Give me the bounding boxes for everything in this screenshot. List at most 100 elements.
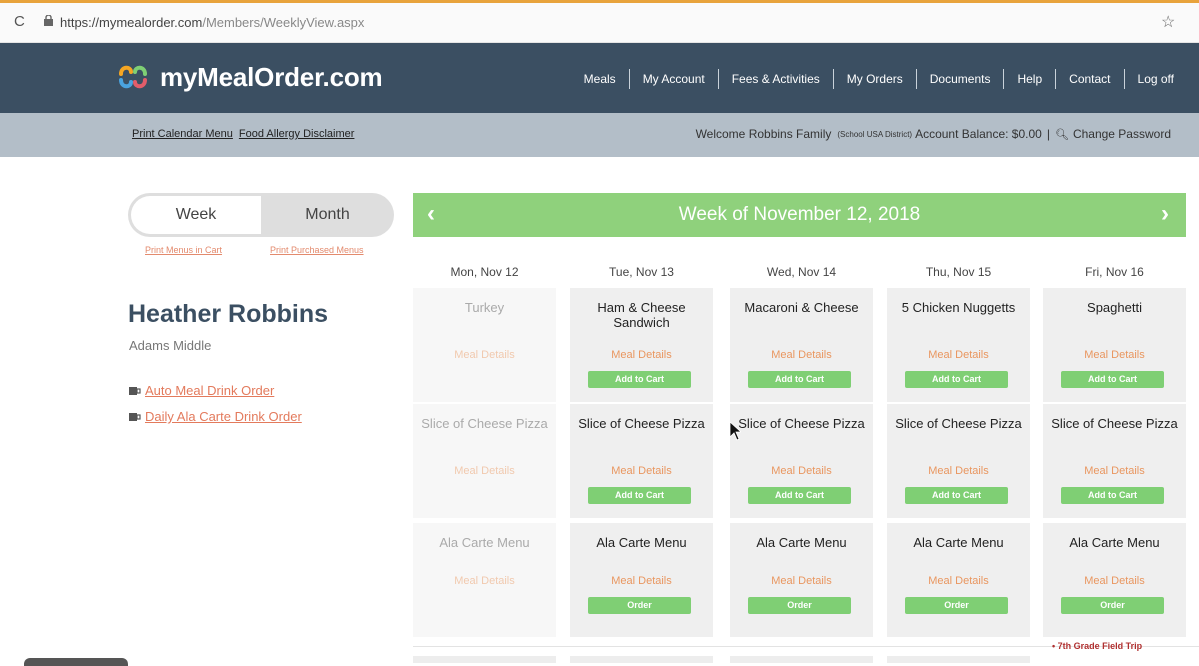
daily-ala-carte-drink-label: Daily Ala Carte Drink Order [145,409,302,424]
daily-ala-carte-drink-order-link[interactable]: Daily Ala Carte Drink Order [129,409,302,424]
meal-name: Slice of Cheese Pizza [895,416,1022,431]
key-icon: 🔍︎ [1054,128,1069,141]
cup-icon [129,412,141,421]
add-to-cart-button[interactable]: Add to Cart [588,371,691,388]
nav-contact[interactable]: Contact [1056,72,1123,86]
next-row-cell [887,656,1030,663]
order-button[interactable]: Order [905,597,1008,614]
meal-details-link[interactable]: Meal Details [730,349,873,361]
site-logo[interactable]: myMealOrder.com [116,57,383,97]
meal-details-link[interactable]: Meal Details [730,575,873,587]
auto-meal-drink-label: Auto Meal Drink Order [145,383,275,398]
add-to-cart-button[interactable]: Add to Cart [748,371,851,388]
day-header: Wed, Nov 14 [766,265,837,279]
meal-cell: Ala Carte Menu Meal Details Order [887,523,1030,637]
url-host: https://mymealorder.com [60,15,203,30]
site-header: myMealOrder.com Meals My Account Fees & … [0,43,1199,113]
meal-name: Turkey [464,300,505,315]
meal-cell: Slice of Cheese Pizza Meal Details Add to … [730,404,873,518]
meal-name: Slice of Cheese Pizza [421,416,548,431]
meal-cell: Ham & Cheese Sandwich Meal Details Add to … [570,288,713,402]
account-balance: Account Balance: $0.00 [915,127,1042,141]
bookmark-star-icon[interactable]: ☆ [1161,12,1175,32]
meal-details-link[interactable]: Meal Details [413,465,556,477]
meal-name: Ham & Cheese Sandwich [597,300,686,330]
meal-name: Ala Carte Menu [596,535,687,550]
meal-name: Ala Carte Menu [439,535,530,550]
meal-name: Ala Carte Menu [913,535,1004,550]
day-header: Thu, Nov 15 [925,265,992,279]
print-menus-in-cart-link[interactable]: Print Menus in Cart [145,245,222,255]
week-title: Week of November 12, 2018 [678,204,921,225]
logo-mark-icon [119,65,147,89]
cup-icon [129,386,141,395]
meal-details-link[interactable]: Meal Details [570,465,713,477]
next-row-cell [730,656,873,663]
nav-meals[interactable]: Meals [571,72,629,86]
change-password-link[interactable]: Change Password [1073,127,1171,141]
meal-name: Macaroni & Cheese [744,300,859,315]
meal-cell: Ala Carte Menu Meal Details Order [730,523,873,637]
meal-name: Ala Carte Menu [1069,535,1160,550]
order-button[interactable]: Order [1061,597,1164,614]
meal-cell: 5 Chicken Nuggetts Meal Details Add to Car… [887,288,1030,402]
browser-address-bar: C https://mymealorder.com/Members/Weekly… [0,3,1199,43]
meal-details-link[interactable]: Meal Details [1043,575,1186,587]
next-row-cell [570,656,713,663]
reload-icon[interactable]: C [14,13,25,30]
meal-details-link[interactable]: Meal Details [413,575,556,587]
add-to-cart-button[interactable]: Add to Cart [748,487,851,504]
order-button[interactable]: Order [748,597,851,614]
week-header: ‹ Week of November 12, 2018 › [413,193,1186,237]
url-field[interactable]: https://mymealorder.com/Members/WeeklyVi… [60,15,364,30]
print-calendar-menu-link[interactable]: Print Calendar Menu [132,128,233,140]
field-trip-note: • 7th Grade Field Trip [1052,641,1143,651]
nav-log-off[interactable]: Log off [1125,72,1187,86]
chat-widget-tab[interactable] [24,658,128,666]
meal-name: Slice of Cheese Pizza [1051,416,1178,431]
account-subbar: Print Calendar Menu Food Allergy Disclaim… [0,113,1199,157]
nav-help[interactable]: Help [1004,72,1055,86]
meal-cell: Spaghetti Meal Details Add to Cart [1043,288,1186,402]
meal-details-link[interactable]: Meal Details [887,575,1030,587]
meal-details-link[interactable]: Meal Details [1043,465,1186,477]
meal-details-link[interactable]: Meal Details [570,575,713,587]
meal-cell: Slice of Cheese Pizza Meal Details Add to … [887,404,1030,518]
nav-my-orders[interactable]: My Orders [834,72,916,86]
meal-name: Spaghetti [1087,300,1142,315]
nav-fees-activities[interactable]: Fees & Activities [719,72,833,86]
order-button[interactable]: Order [588,597,691,614]
meal-details-link[interactable]: Meal Details [730,465,873,477]
meal-cell: Ala Carte Menu Meal Details Order [570,523,713,637]
meal-cell: Ala Carte Menu Meal Details Order [1043,523,1186,637]
day-header: Tue, Nov 13 [609,265,674,279]
meal-cell: Turkey Meal Details [413,288,556,402]
meal-name: Ala Carte Menu [756,535,847,550]
next-week-arrow-icon[interactable]: › [1161,200,1169,228]
day-header: Mon, Nov 12 [450,265,519,279]
account-welcome: Welcome Robbins Family (School USA Distr… [696,127,1171,141]
district-label: (School USA District) [837,129,913,139]
day-header: Fri, Nov 16 [1085,265,1144,279]
nav-my-account[interactable]: My Account [630,72,718,86]
meal-details-link[interactable]: Meal Details [570,349,713,361]
next-row-cell [413,656,556,663]
student-name: Heather Robbins [128,300,329,328]
add-to-cart-button[interactable]: Add to Cart [1061,487,1164,504]
week-view-toggle[interactable]: Week [131,196,261,234]
meal-details-link[interactable]: Meal Details [413,349,556,361]
add-to-cart-button[interactable]: Add to Cart [905,487,1008,504]
meal-details-link[interactable]: Meal Details [887,465,1030,477]
food-allergy-link[interactable]: Food Allergy Disclaimer [239,128,355,140]
month-view-toggle[interactable]: Month [261,193,394,237]
add-to-cart-button[interactable]: Add to Cart [905,371,1008,388]
meal-details-link[interactable]: Meal Details [1043,349,1186,361]
add-to-cart-button[interactable]: Add to Cart [588,487,691,504]
welcome-divider: | [1046,127,1050,141]
add-to-cart-button[interactable]: Add to Cart [1061,371,1164,388]
auto-meal-drink-order-link[interactable]: Auto Meal Drink Order [129,383,274,398]
nav-documents[interactable]: Documents [917,72,1004,86]
meal-details-link[interactable]: Meal Details [887,349,1030,361]
school-name: Adams Middle [129,338,212,353]
print-purchased-menus-link[interactable]: Print Purchased Menus [270,245,364,255]
